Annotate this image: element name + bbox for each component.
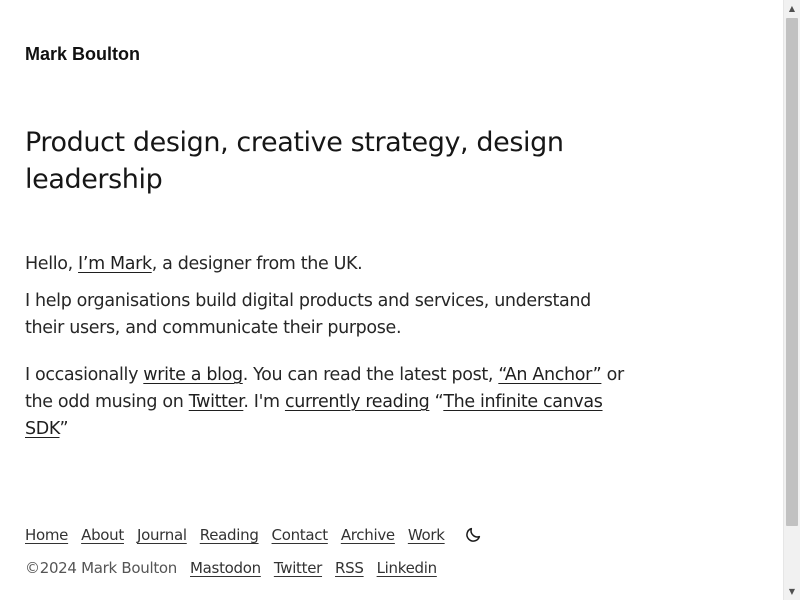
footer-navigation: Home About Journal Reading Contact Archi…: [25, 524, 482, 546]
nav-link-home[interactable]: Home: [25, 526, 68, 544]
blog-text-4: . I'm: [243, 392, 285, 412]
greeting-text-end: , a designer from the UK.: [151, 254, 363, 274]
blog-text-1: I occasionally: [25, 365, 144, 385]
intro-paragraph-greeting: Hello, I’m Mark, a designer from the UK.: [25, 251, 625, 278]
nav-link-reading[interactable]: Reading: [200, 526, 259, 544]
site-title[interactable]: Mark Boulton: [25, 44, 140, 64]
greeting-text-start: Hello,: [25, 254, 79, 274]
scrollbar-thumb[interactable]: [786, 18, 798, 526]
footer-link-twitter[interactable]: Twitter: [274, 559, 322, 577]
nav-link-journal[interactable]: Journal: [137, 526, 187, 544]
copyright-text: ©2024 Mark Boulton: [25, 559, 178, 577]
intro-section: Hello, I’m Mark, a designer from the UK.…: [25, 251, 625, 443]
intro-paragraph-blog: I occasionally write a blog. You can rea…: [25, 362, 625, 443]
nav-link-about[interactable]: About: [81, 526, 124, 544]
currently-reading-link[interactable]: currently reading: [285, 392, 430, 412]
page-headline: Product design, creative strategy, desig…: [25, 127, 564, 195]
footer-meta: ©2024 Mark Boulton Mastodon Twitter RSS …: [25, 557, 437, 579]
blog-text-5: “: [429, 392, 444, 412]
nav-link-contact[interactable]: Contact: [272, 526, 329, 544]
write-a-blog-link[interactable]: write a blog: [143, 365, 243, 385]
blog-text-2: . You can read the latest post,: [242, 365, 499, 385]
footer-link-rss[interactable]: RSS: [335, 559, 364, 577]
scroll-down-arrow-icon[interactable]: ▼: [784, 583, 800, 600]
vertical-scrollbar[interactable]: ▲ ▼: [783, 0, 800, 600]
about-mark-link[interactable]: I’m Mark: [78, 254, 152, 274]
blog-text-6: ”: [59, 419, 69, 439]
intro-paragraph-services: I help organisations build digital produ…: [25, 291, 591, 338]
nav-link-archive[interactable]: Archive: [341, 526, 395, 544]
moon-icon: [465, 527, 480, 542]
footer-link-linkedin[interactable]: Linkedin: [377, 559, 438, 577]
page: Mark Boulton Product design, creative st…: [0, 0, 783, 600]
nav-link-work[interactable]: Work: [408, 526, 445, 544]
theme-toggle-button[interactable]: [464, 526, 482, 544]
scroll-up-arrow-icon[interactable]: ▲: [784, 0, 800, 17]
footer-link-mastodon[interactable]: Mastodon: [190, 559, 261, 577]
twitter-link[interactable]: Twitter: [189, 392, 244, 412]
latest-post-link[interactable]: “An Anchor”: [498, 365, 601, 385]
